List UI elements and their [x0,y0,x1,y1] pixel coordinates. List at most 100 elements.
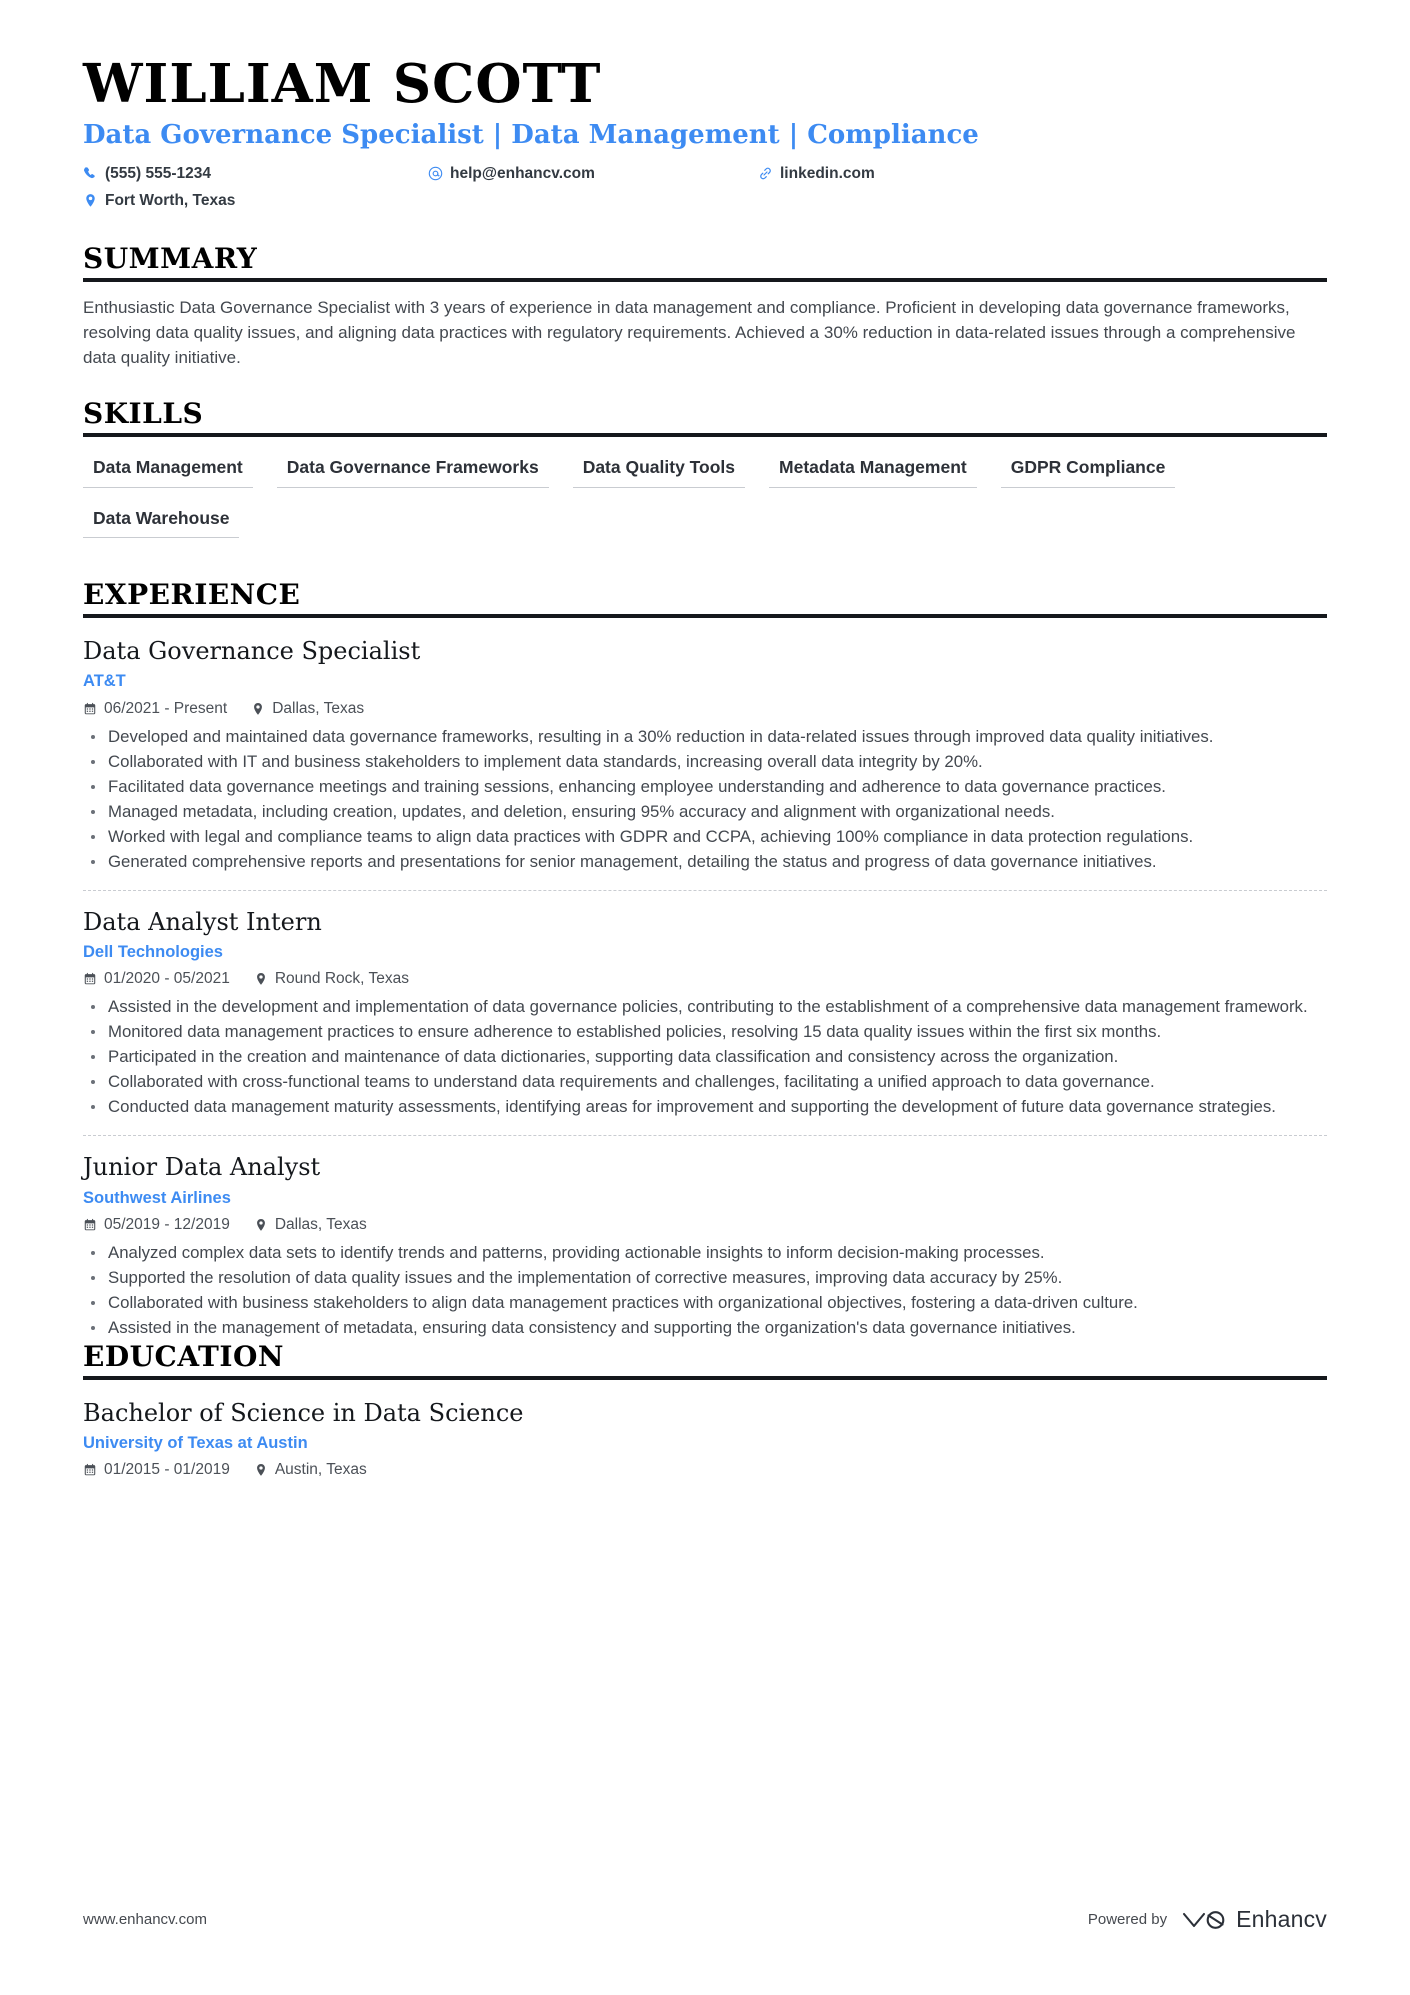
calendar-icon [83,1463,97,1477]
location-icon [254,972,268,986]
section-title-experience: EXPERIENCE [83,578,301,612]
section-title-summary: SUMMARY [83,242,258,276]
bullet-item: Assisted in the development and implemen… [83,995,1327,1019]
section-divider [83,1375,1327,1380]
skill-item: Data Governance Frameworks [276,451,549,488]
entry-location: Austin, Texas [254,1459,367,1481]
education-entry-title: Bachelor of Science in Data Science [83,1398,524,1427]
contact-email-label: help@enhancv.com [450,165,595,183]
section-divider [83,277,1327,282]
experience-entry-meta: 05/2019 - 12/2019 Dallas, Texas [83,1214,1327,1236]
bullet-item: Collaborated with cross-functional teams… [83,1070,1327,1094]
entry-dates-label: 01/2020 - 05/2021 [104,970,230,988]
resume-page: WILLIAM SCOTT Data Governance Specialist… [0,0,1410,1995]
education-entry: Bachelor of Science in Data Science Unive… [83,1394,1327,1481]
entry-dates-label: 05/2019 - 12/2019 [104,1215,230,1233]
entry-dates-label: 01/2015 - 01/2019 [104,1461,230,1479]
calendar-icon [83,702,97,716]
candidate-name: WILLIAM SCOTT [83,53,602,115]
page-footer: www.enhancv.com Powered by Enhancv [83,1906,1327,1933]
bullet-item: Conducted data management maturity asses… [83,1095,1327,1119]
entry-location-label: Round Rock, Texas [274,970,409,988]
contact-row-secondary: Fort Worth, Texas [83,187,1327,214]
experience-entries: Data Governance Specialist AT&T 06/2021 - … [83,632,1327,1340]
education-entries: Bachelor of Science in Data Science Unive… [83,1394,1327,1481]
skill-item: Data Management [83,451,253,488]
section-summary: SUMMARY Enthusiastic Data Governance Spe… [83,242,1327,371]
bullet-item: Assisted in the management of metadata, … [83,1316,1327,1340]
bullet-item: Analyzed complex data sets to identify t… [83,1241,1327,1265]
section-divider [83,614,1327,619]
location-icon [254,1218,268,1232]
bullet-item: Monitored data management practices to e… [83,1020,1327,1044]
bullet-item: Participated in the creation and mainten… [83,1045,1327,1069]
bullet-item: Managed metadata, including creation, up… [83,800,1327,824]
bullet-item: Generated comprehensive reports and pres… [83,850,1327,874]
location-icon [83,193,98,208]
calendar-icon [83,972,97,986]
experience-entry-organization: Dell Technologies [83,942,223,961]
skill-item: Data Warehouse [83,502,240,539]
skill-item: Data Quality Tools [572,451,746,488]
experience-entry-bullets: Assisted in the development and implemen… [83,995,1327,1119]
powered-by-label: Powered by [1087,1911,1168,1928]
location-icon [251,702,265,716]
contact-phone-label: (555) 555-1234 [105,165,211,183]
calendar-icon [83,1218,97,1232]
bullet-item: Developed and maintained data governance… [83,725,1327,749]
entry-dates: 06/2021 - Present [83,698,227,720]
footer-website-link[interactable]: www.enhancv.com [83,1911,207,1928]
contact-email[interactable]: help@enhancv.com [428,160,758,187]
experience-entry-title: Junior Data Analyst [83,1153,321,1182]
experience-entry-organization: Southwest Airlines [83,1188,231,1207]
skills-list: Data Management Data Governance Framework… [83,451,1327,553]
entry-location-label: Dallas, Texas [272,699,365,717]
entry-location: Dallas, Texas [251,698,364,720]
education-entry-meta: 01/2015 - 01/2019 Austin, Texas [83,1459,1327,1481]
enhancv-mark-icon [1181,1908,1227,1932]
contact-row-primary: (555) 555-1234 help@enhancv.com linkedin… [83,160,1327,187]
experience-entry: Data Analyst Intern Dell Technologies 01/2… [83,889,1327,1120]
section-skills: SKILLS Data Management Data Governance Fr… [83,396,1327,553]
contact-location-label: Fort Worth, Texas [105,192,236,210]
skill-item: GDPR Compliance [1000,451,1176,488]
experience-entry-title: Data Governance Specialist [83,637,421,666]
bullet-item: Collaborated with IT and business stakeh… [83,750,1327,774]
link-icon [758,166,773,181]
bullet-item: Facilitated data governance meetings and… [83,775,1327,799]
bullet-item: Worked with legal and compliance teams t… [83,825,1327,849]
contact-details: (555) 555-1234 help@enhancv.com linkedin… [83,160,1327,214]
summary-text: Enthusiastic Data Governance Specialist … [83,297,1296,367]
experience-entry-organization: AT&T [83,672,126,691]
entry-dates-label: 06/2021 - Present [104,699,228,717]
contact-phone[interactable]: (555) 555-1234 [83,160,428,187]
enhancv-wordmark: Enhancv [1236,1906,1327,1932]
enhancv-logo: Enhancv [1181,1906,1327,1933]
section-title-education: EDUCATION [83,1339,284,1373]
contact-location: Fort Worth, Texas [83,187,428,214]
location-icon [254,1463,268,1477]
entry-dates: 01/2020 - 05/2021 [83,968,230,990]
candidate-headline: Data Governance Specialist | Data Manage… [83,120,979,151]
email-icon [428,166,443,181]
contact-linkedin[interactable]: linkedin.com [758,160,875,187]
entry-location-label: Austin, Texas [274,1461,367,1479]
bullet-item: Collaborated with business stakeholders … [83,1291,1327,1315]
entry-location: Dallas, Texas [254,1214,367,1236]
bullet-item: Supported the resolution of data quality… [83,1266,1327,1290]
experience-entry-title: Data Analyst Intern [83,907,322,936]
resume-header: WILLIAM SCOTT Data Governance Specialist… [83,53,1327,214]
experience-entry-bullets: Developed and maintained data governance… [83,725,1327,874]
experience-entry: Data Governance Specialist AT&T 06/2021 - … [83,632,1327,874]
experience-entry-bullets: Analyzed complex data sets to identify t… [83,1241,1327,1340]
experience-entry-meta: 01/2020 - 05/2021 Round Rock, Texas [83,968,1327,990]
section-title-skills: SKILLS [83,396,204,430]
entry-dates: 01/2015 - 01/2019 [83,1459,230,1481]
education-entry-organization: University of Texas at Austin [83,1433,308,1452]
contact-linkedin-label: linkedin.com [780,165,875,183]
section-divider [83,432,1327,437]
section-experience: EXPERIENCE Data Governance Specialist AT&… [83,580,1327,1339]
experience-entry-meta: 06/2021 - Present Dallas, Texas [83,698,1327,720]
phone-icon [83,166,98,181]
experience-entry: Junior Data Analyst Southwest Airlines 05/… [83,1135,1327,1340]
